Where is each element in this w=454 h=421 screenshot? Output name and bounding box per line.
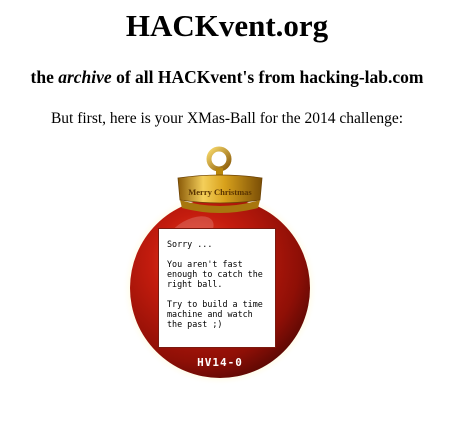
ball-hanger-ring (206, 146, 232, 172)
ball-message-box: Sorry ... You aren't fast enough to catc… (158, 228, 276, 348)
cap-label: Merry Christmas (188, 187, 252, 197)
message-line: Try to build a time machine and watch th… (167, 299, 263, 329)
xmas-ball: Merry Christmas Sorry ... You aren't fas… (120, 142, 320, 392)
page-title: HACKvent.org (125, 8, 329, 43)
message-line: Sorry ... (167, 239, 213, 249)
subtitle-suffix: of all HACKvent's from hacking-lab.com (111, 67, 424, 87)
subtitle-prefix: the (30, 67, 59, 87)
message-line: You aren't fast enough to catch the righ… (167, 259, 263, 289)
subtitle-emphasis: archive (58, 67, 112, 87)
ball-code: HV14-0 (197, 356, 243, 369)
intro-text: But first, here is your XMas-Ball for th… (50, 110, 404, 127)
page-subtitle: the archive of all HACKvent's from hacki… (0, 66, 454, 88)
